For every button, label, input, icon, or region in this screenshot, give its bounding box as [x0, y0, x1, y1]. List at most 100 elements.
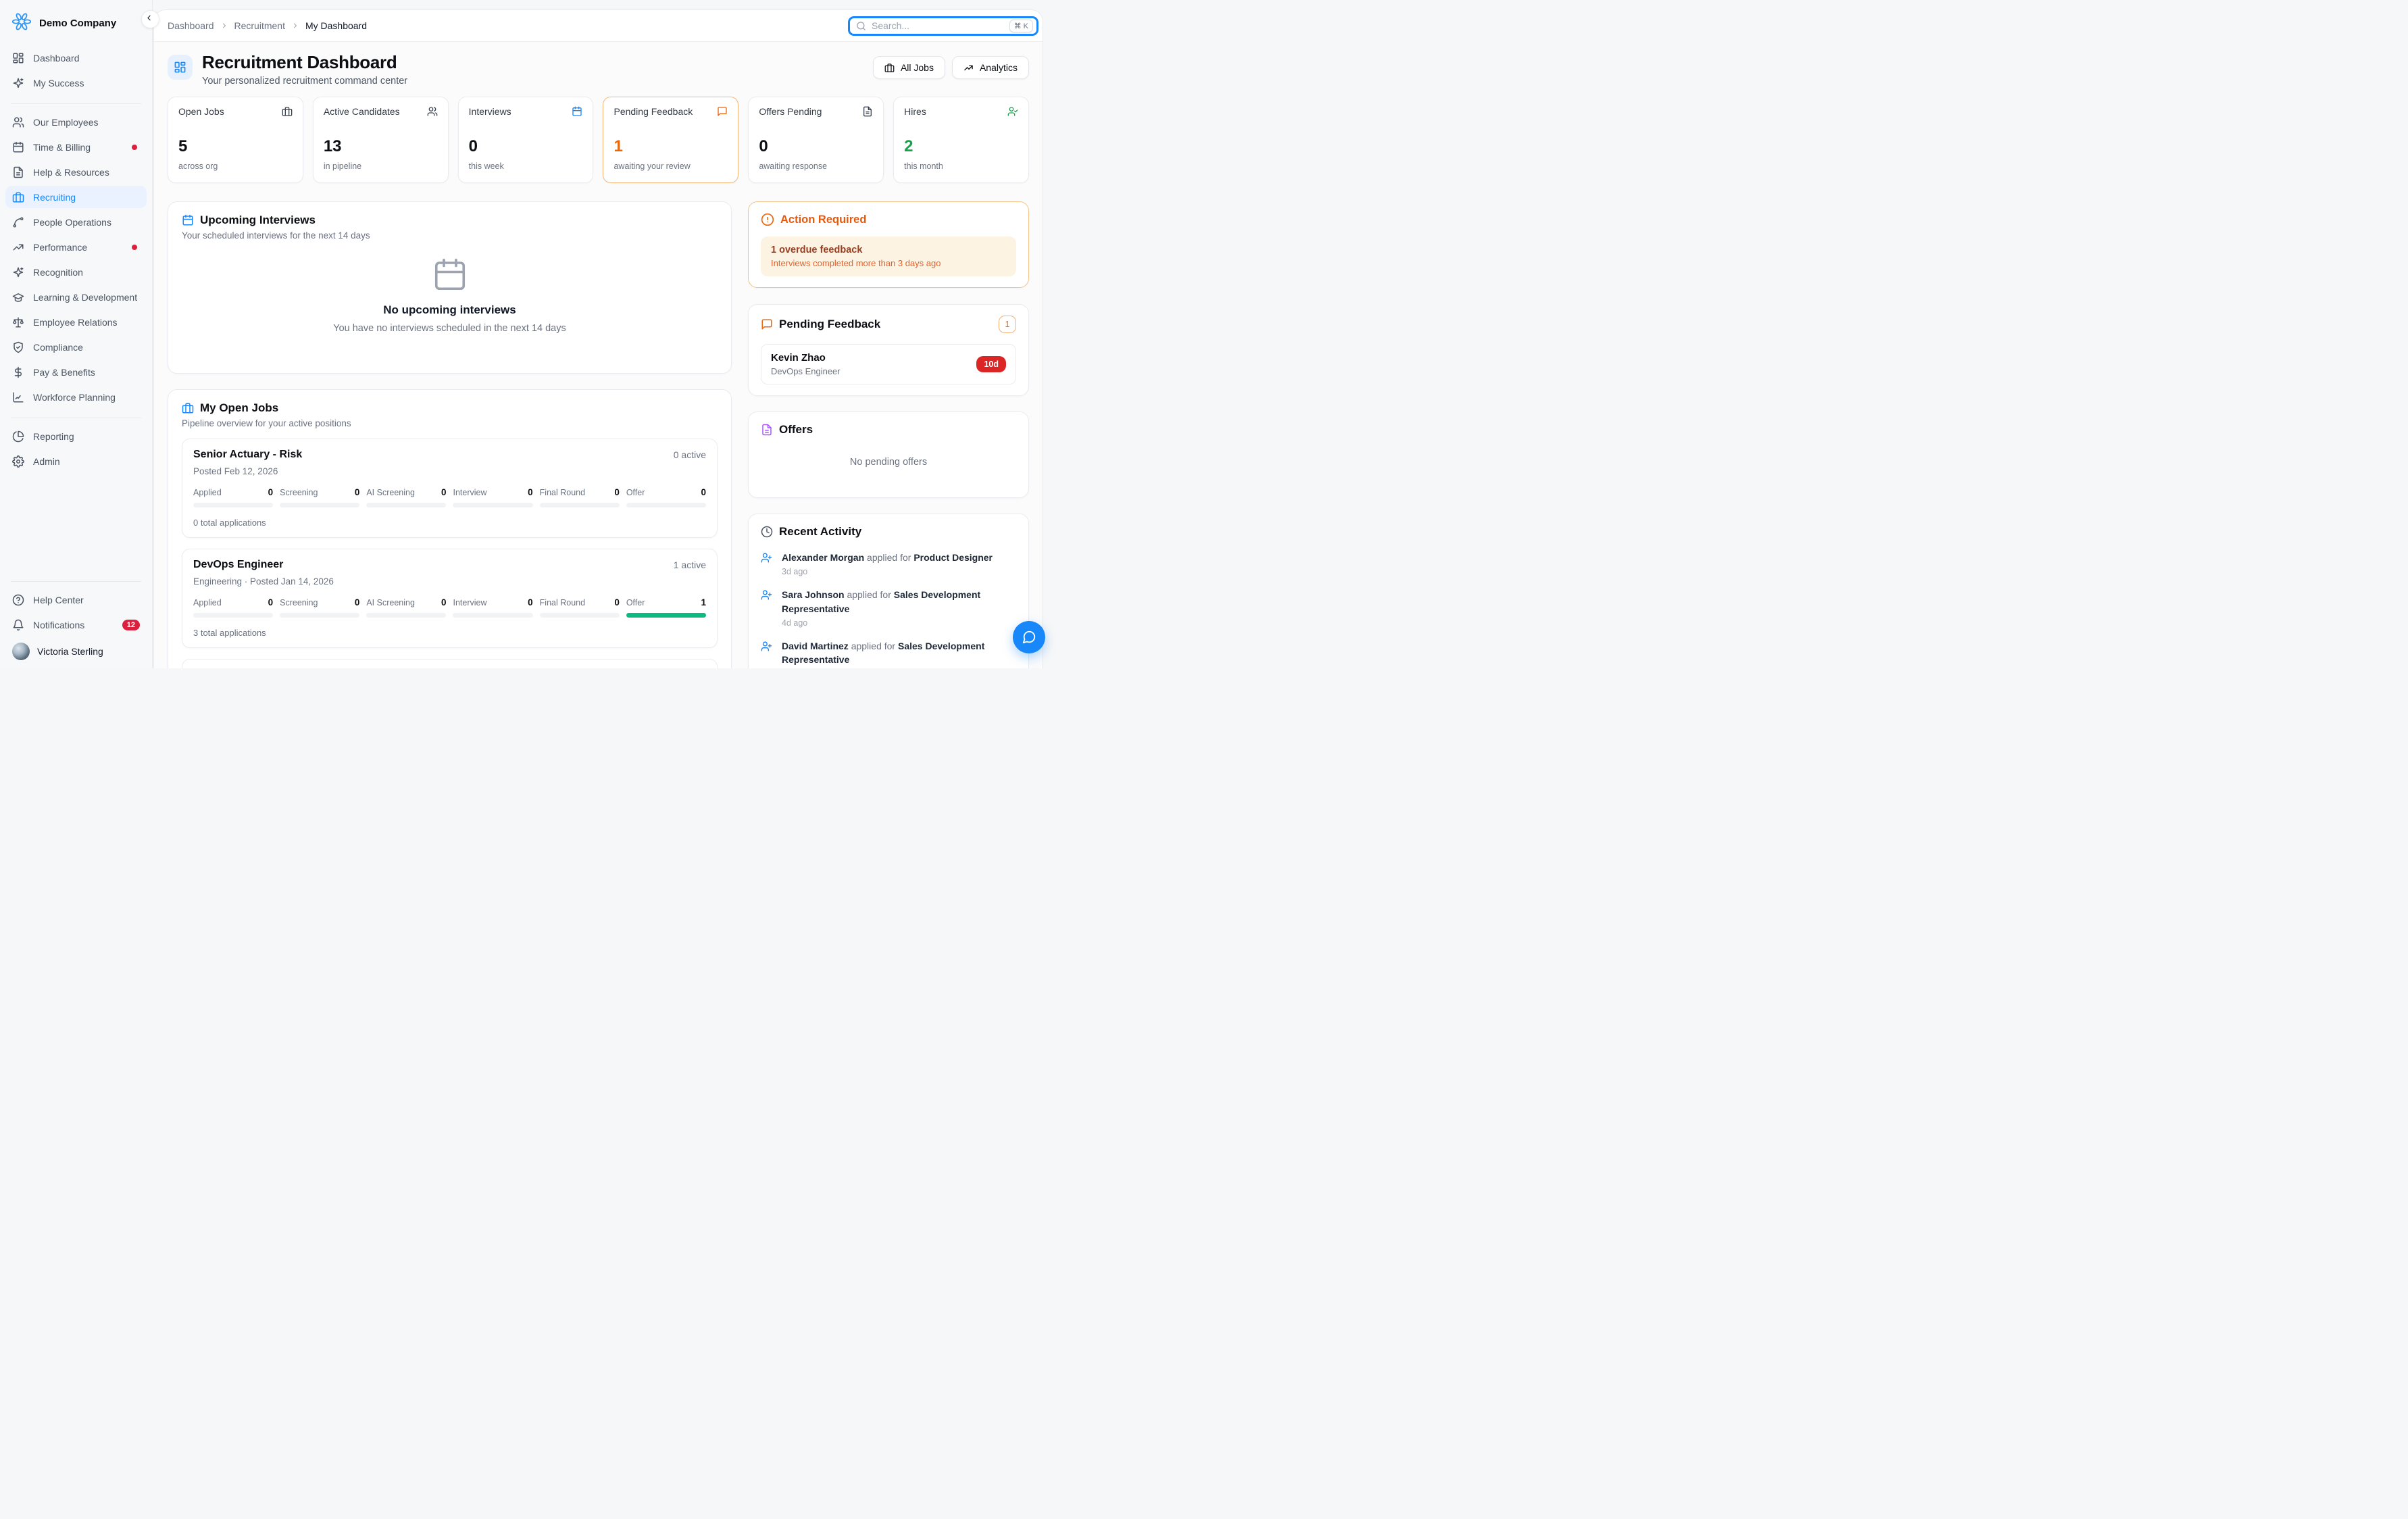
stage-top: Interview0 [453, 487, 532, 497]
calendar-icon [572, 106, 582, 117]
sidebar-item-learning-development[interactable]: Learning & Development [5, 286, 147, 308]
sidebar-item-label: Notifications [33, 620, 84, 630]
calendar-icon [182, 214, 194, 226]
user-plus-icon-wrap [761, 552, 772, 564]
company-name: Demo Company [39, 18, 116, 29]
stage-count: 0 [528, 597, 533, 607]
topbar: Dashboard Recruitment My Dashboard ⌘ K [154, 10, 1043, 42]
stage-count: 0 [268, 597, 274, 607]
sidebar-item-notifications[interactable]: Notifications12 [5, 614, 147, 636]
job-card-devops-engineer[interactable]: DevOps Engineer1 activeEngineering · Pos… [182, 549, 718, 648]
stage-bar [366, 613, 446, 618]
job-card-senior-actuary-risk[interactable]: Senior Actuary - Risk0 activePosted Feb … [182, 439, 718, 538]
sidebar-item-help-center[interactable]: Help Center [5, 589, 147, 611]
sparkle-icon-wrap [12, 266, 24, 278]
trending-icon [12, 241, 24, 253]
stat-card-top: Open Jobs [178, 106, 293, 117]
user-menu[interactable]: Victoria Sterling [5, 639, 147, 662]
briefcase-icon [282, 106, 293, 117]
activity-item-alexander-morgan: Alexander Morgan applied for Product Des… [761, 551, 1016, 576]
action-required-alert[interactable]: 1 overdue feedback Interviews completed … [761, 236, 1016, 276]
sidebar-nav-top: Dashboard My Success [5, 47, 147, 97]
activity-time: 4d ago [782, 618, 1016, 628]
sidebar-item-people-operations[interactable]: People Operations [5, 211, 147, 233]
briefcase-icon [884, 63, 895, 73]
app-root: Demo Company Dashboard My Success Our Emp… [0, 0, 1059, 668]
analytics-button[interactable]: Analytics [952, 56, 1029, 79]
file-icon [862, 106, 873, 117]
activity-action: applied for [867, 552, 911, 563]
sidebar-nav-utility: Help Center Notifications12 [5, 589, 147, 639]
stat-card-top: Offers Pending [759, 106, 873, 117]
pipeline-stages: Applied0Screening0AI Screening0Interview… [193, 597, 706, 618]
search-box[interactable]: ⌘ K [848, 16, 1038, 36]
scale-icon [12, 316, 24, 328]
alert-icon [761, 213, 774, 226]
sidebar-item-our-employees[interactable]: Our Employees [5, 111, 147, 133]
stage-label: AI Screening [366, 598, 415, 607]
stat-card-offers-pending: Offers Pending0awaiting response [748, 97, 884, 183]
sidebar-collapse-button[interactable] [141, 10, 159, 28]
grid-icon [174, 61, 186, 74]
sidebar-item-performance[interactable]: Performance [5, 236, 147, 258]
stage-label: Final Round [540, 488, 585, 497]
pipeline-stage-screening: Screening0 [280, 487, 359, 507]
chat-fab-button[interactable] [1013, 621, 1045, 653]
sidebar-item-time-billing[interactable]: Time & Billing [5, 136, 147, 158]
sidebar-item-label: Pay & Benefits [33, 367, 95, 378]
sidebar-item-label: Learning & Development [33, 292, 137, 303]
stage-count: 0 [528, 487, 533, 497]
stat-value: 0 [469, 137, 583, 156]
sidebar-item-my-success[interactable]: My Success [5, 72, 147, 94]
bell-icon [12, 619, 24, 631]
sidebar-item-compliance[interactable]: Compliance [5, 336, 147, 358]
pending-feedback-item-kevin-zhao[interactable]: Kevin ZhaoDevOps Engineer10d [761, 344, 1016, 384]
sidebar-item-employee-relations[interactable]: Employee Relations [5, 311, 147, 333]
grid-icon-wrap [12, 52, 24, 64]
activity-text: Sara Johnson applied for Sales Developme… [782, 588, 1016, 616]
activity-actor: Sara Johnson [782, 589, 845, 600]
breadcrumb-dashboard[interactable]: Dashboard [168, 20, 214, 31]
stage-top: Applied0 [193, 597, 273, 607]
activity-list: Alexander Morgan applied for Product Des… [761, 551, 1016, 666]
sidebar: Demo Company Dashboard My Success Our Emp… [0, 0, 153, 668]
pending-feedback-list: Kevin ZhaoDevOps Engineer10d [761, 344, 1016, 384]
sidebar-nav-main: Our Employees Time & Billing Help & Resour… [5, 111, 147, 411]
stage-label: Offer [626, 488, 645, 497]
breadcrumb-recruitment[interactable]: Recruitment [234, 20, 285, 31]
pipeline-stage-ai-screening: AI Screening0 [366, 487, 446, 507]
sidebar-divider [11, 581, 141, 582]
activity-text: Alexander Morgan applied for Product Des… [782, 551, 993, 564]
activity-text-wrap: Sara Johnson applied for Sales Developme… [782, 588, 1016, 628]
company-logo[interactable]: Demo Company [5, 9, 147, 47]
stat-label: Pending Feedback [613, 106, 693, 117]
sidebar-item-workforce-planning[interactable]: Workforce Planning [5, 386, 147, 408]
sidebar-nav-secondary: Reporting Admin [5, 425, 147, 475]
shield-icon-wrap [12, 341, 24, 353]
calendar-icon-wrap [572, 106, 582, 117]
sidebar-item-dashboard[interactable]: Dashboard [5, 47, 147, 69]
candidate-role: DevOps Engineer [771, 366, 841, 376]
chat-icon [761, 318, 773, 330]
sidebar-item-reporting[interactable]: Reporting [5, 425, 147, 447]
scale-icon-wrap [12, 316, 24, 328]
stat-card-top: Interviews [469, 106, 583, 117]
sidebar-item-label: Admin [33, 456, 60, 467]
chat-icon-wrap [717, 106, 728, 117]
action-required-header: Action Required [761, 213, 1016, 226]
sidebar-item-admin[interactable]: Admin [5, 450, 147, 472]
stage-top: Interview0 [453, 597, 532, 607]
stat-card-open-jobs: Open Jobs5across org [168, 97, 303, 183]
sidebar-item-pay-benefits[interactable]: Pay & Benefits [5, 361, 147, 383]
search-input[interactable] [872, 20, 1004, 31]
pipeline-stage-applied: Applied0 [193, 487, 273, 507]
file-icon-wrap [862, 106, 873, 117]
sidebar-item-help-resources[interactable]: Help & Resources [5, 161, 147, 183]
all-jobs-button[interactable]: All Jobs [873, 56, 945, 79]
activity-item-david-martinez: David Martinez applied for Sales Develop… [761, 639, 1016, 667]
user-name: Victoria Sterling [37, 646, 103, 657]
stat-card-top: Active Candidates [324, 106, 438, 117]
sidebar-item-recruiting[interactable]: Recruiting [5, 186, 147, 208]
job-card-sales-development-representative[interactable]: Sales Development Representative+1 new4 … [182, 659, 718, 668]
sidebar-item-recognition[interactable]: Recognition [5, 261, 147, 283]
